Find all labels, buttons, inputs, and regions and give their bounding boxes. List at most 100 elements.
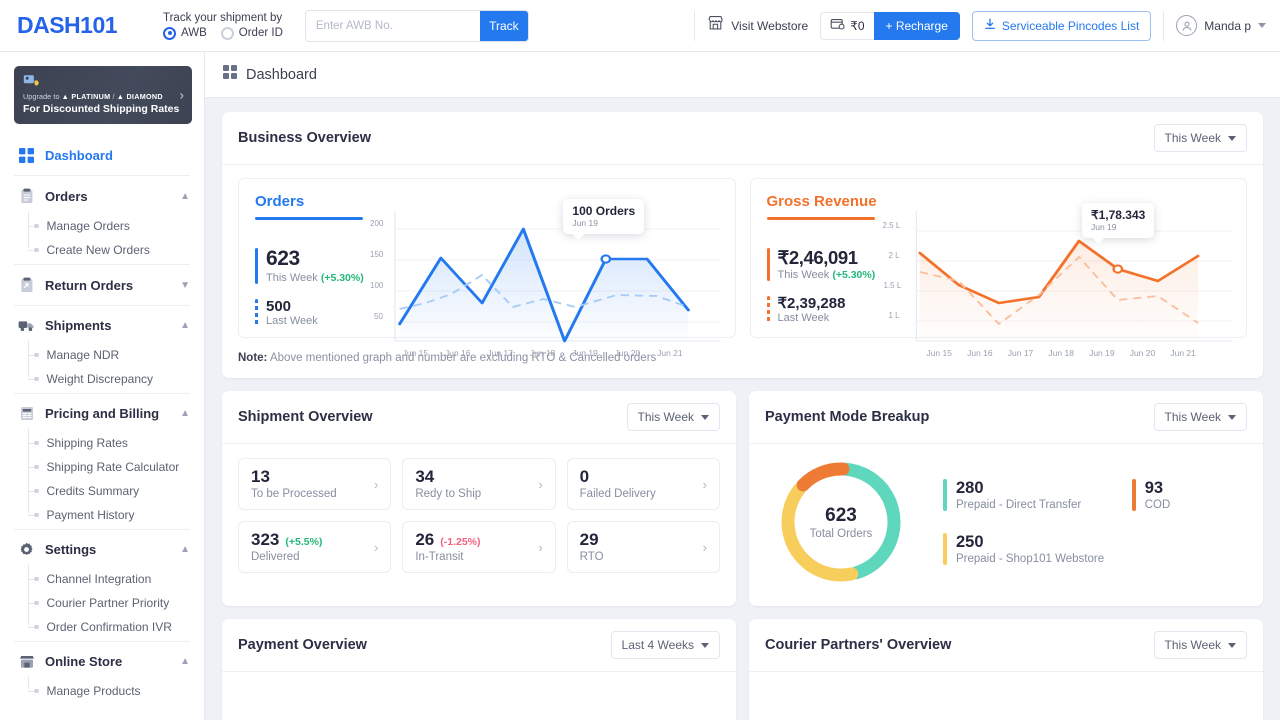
courier-overview-range-label: This Week (1165, 638, 1221, 652)
chevron-up-icon[interactable]: ▲ (180, 320, 190, 331)
revenue-xtick-4: Jun 19 (1089, 348, 1115, 358)
wallet-balance[interactable]: ₹0 (820, 12, 873, 40)
revenue-delta: (+5.30%) (832, 269, 875, 281)
revenue-ytick-25l: 2.5 L (883, 221, 901, 230)
chevron-up-icon[interactable]: ▲ (180, 408, 190, 419)
orders-line-chart: 200 150 100 50 Jun 15 Jun 16 Jun 17 Jun … (369, 193, 723, 327)
payment-mode-body: 623 Total Orders 280 Prepaid - Direct Tr… (749, 444, 1263, 606)
invoice-icon (18, 406, 35, 421)
sidebar-item-order-confirmation-ivr[interactable]: Order Confirmation IVR (34, 615, 204, 639)
main-content: Dashboard Business Overview This Week O (205, 52, 1280, 720)
sidebar-item-channel-integration[interactable]: Channel Integration (34, 567, 204, 591)
serviceable-pincodes-button[interactable]: Serviceable Pincodes List (972, 11, 1151, 41)
radio-awb[interactable]: AWB (163, 27, 207, 40)
sidebar-item-shipments[interactable]: Shipments ▲ (0, 308, 204, 343)
payment-overview-title: Payment Overview (238, 637, 367, 653)
shipment-tile-to-be-processed[interactable]: 13 To be Processed › (238, 458, 391, 510)
sidebar-item-manage-orders[interactable]: Manage Orders (34, 214, 204, 238)
radio-order-id-dot (221, 27, 234, 40)
sidebar-item-create-new-orders[interactable]: Create New Orders (34, 238, 204, 262)
sidebar-divider (14, 305, 190, 306)
orders-this-week-text: This Week (266, 272, 318, 284)
serviceable-pincodes-label: Serviceable Pincodes List (1002, 19, 1139, 33)
upgrade-banner[interactable]: Upgrade to ▲ PLATINUM / ▲ DIAMOND For Di… (14, 66, 192, 124)
visit-webstore-link[interactable]: Visit Webstore (707, 15, 808, 36)
sidebar-subnav-shipments: Manage NDR Weight Discrepancy (0, 343, 204, 391)
legend-cod: 93 COD (1132, 479, 1247, 511)
return-clipboard-icon (18, 277, 35, 293)
sidebar-label-courier-partner-priority: Courier Partner Priority (47, 596, 170, 610)
tile-value: 0 (580, 468, 589, 487)
sidebar-item-courier-partner-priority[interactable]: Courier Partner Priority (34, 591, 204, 615)
avatar (1176, 15, 1197, 36)
track-button[interactable]: Track (480, 11, 528, 41)
wallet-group: ₹0 + Recharge (820, 12, 960, 40)
sidebar-item-dashboard[interactable]: Dashboard (0, 138, 204, 173)
sidebar-label-manage-orders: Manage Orders (47, 219, 130, 233)
chevron-down-icon (1228, 136, 1236, 141)
chevron-up-icon[interactable]: ▲ (180, 656, 190, 667)
chevron-down-icon[interactable]: ▼ (180, 280, 190, 291)
chevron-up-icon[interactable]: ▲ (180, 191, 190, 202)
sidebar-label-pricing-and-billing: Pricing and Billing (45, 406, 159, 421)
sidebar-divider (14, 393, 190, 394)
legend-color-swatch (943, 533, 947, 565)
tile-value: 34 (415, 468, 434, 487)
chevron-right-icon: › (374, 540, 378, 555)
shipment-tile-failed-delivery[interactable]: 0 Failed Delivery › (567, 458, 720, 510)
sidebar-item-credits-summary[interactable]: Credits Summary (34, 479, 204, 503)
sidebar-label-dashboard: Dashboard (45, 148, 113, 163)
sidebar-item-online-store[interactable]: Online Store ▲ (0, 644, 204, 679)
shipment-overview-card: Shipment Overview This Week 13 (222, 391, 736, 606)
revenue-xtick-0: Jun 15 (926, 348, 952, 358)
upgrade-slash: / (113, 92, 115, 101)
revenue-this-week-bar (767, 248, 770, 281)
bullet-icon (34, 248, 39, 253)
shipment-tile-in-transit[interactable]: 26 (-1.25%) In-Transit › (402, 521, 555, 573)
upgrade-tier-diamond: ▲ DIAMOND (117, 92, 163, 101)
courier-overview-range-dropdown[interactable]: This Week (1154, 631, 1247, 659)
shipment-overview-range-dropdown[interactable]: This Week (627, 403, 720, 431)
payment-overview-range-dropdown[interactable]: Last 4 Weeks (611, 631, 720, 659)
sidebar-item-payment-history[interactable]: Payment History (34, 503, 204, 527)
sidebar-subnav-online-store: Manage Products (0, 679, 204, 703)
sidebar-item-orders[interactable]: Orders ▲ (0, 178, 204, 214)
sidebar-item-manage-products[interactable]: Manage Products (34, 679, 204, 703)
app-logo[interactable]: DASH101 (17, 12, 157, 39)
shipment-tile-delivered[interactable]: 323 (+5.5%) Delivered › (238, 521, 391, 573)
orders-last-week-bar (255, 299, 258, 328)
chevron-up-icon[interactable]: ▲ (180, 544, 190, 555)
tile-label: To be Processed (251, 488, 337, 500)
sidebar-item-shipping-rates[interactable]: Shipping Rates (34, 431, 204, 455)
topbar-divider (694, 11, 695, 41)
sidebar-item-manage-ndr[interactable]: Manage NDR (34, 343, 204, 367)
courier-overview-header: Courier Partners' Overview This Week (749, 619, 1263, 672)
bullet-icon (34, 441, 39, 446)
orders-ytick-50: 50 (374, 312, 383, 321)
orders-tooltip: 100 Orders Jun 19 (563, 199, 644, 234)
revenue-ytick-15l: 1.5 L (884, 281, 902, 290)
sidebar-item-settings[interactable]: Settings ▲ (0, 532, 204, 567)
sidebar-item-pricing-and-billing[interactable]: Pricing and Billing ▲ (0, 396, 204, 431)
wallet-icon (830, 17, 845, 34)
business-overview-range-label: This Week (1165, 131, 1221, 145)
sidebar-item-return-orders[interactable]: Return Orders ▼ (0, 267, 204, 303)
recharge-button[interactable]: + Recharge (874, 12, 960, 40)
orders-graph-box: Orders 623 This Week (+5.30%) (238, 178, 736, 338)
payment-overview-body (222, 672, 736, 720)
sidebar-item-shipping-rate-calculator[interactable]: Shipping Rate Calculator (34, 455, 204, 479)
upgrade-badge-icon (23, 74, 183, 90)
grid-icon (18, 148, 35, 163)
user-menu[interactable]: Manda p (1176, 15, 1266, 36)
business-overview-range-dropdown[interactable]: This Week (1154, 124, 1247, 152)
orders-xtick-4: Jun 19 (572, 348, 598, 358)
awb-input[interactable] (306, 11, 480, 41)
payment-mode-range-dropdown[interactable]: This Week (1154, 403, 1247, 431)
sidebar-label-settings: Settings (45, 542, 96, 557)
business-overview-title: Business Overview (238, 130, 371, 146)
sidebar-item-weight-discrepancy[interactable]: Weight Discrepancy (34, 367, 204, 391)
revenue-last-week-label: Last Week (778, 312, 846, 324)
shipment-tile-rto[interactable]: 29 RTO › (567, 521, 720, 573)
shipment-tile-ready-to-ship[interactable]: 34 Redy to Ship › (402, 458, 555, 510)
radio-order-id[interactable]: Order ID (221, 27, 283, 40)
